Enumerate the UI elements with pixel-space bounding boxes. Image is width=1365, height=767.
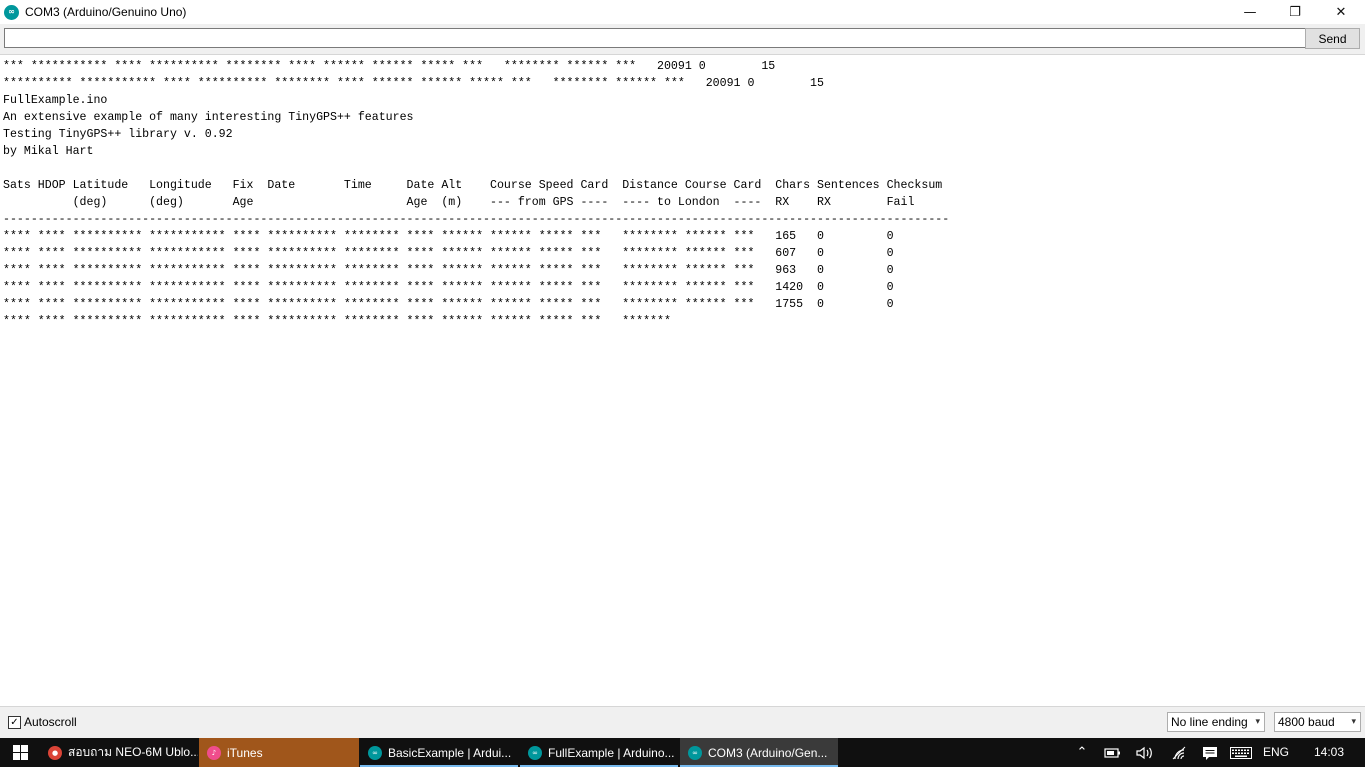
- output-line: *** *********** **** ********** ********…: [3, 60, 776, 73]
- start-button[interactable]: [0, 738, 40, 767]
- serial-options-bar: ✓ Autoscroll No line ending ▾ 4800 baud …: [0, 706, 1365, 739]
- output-line: Testing TinyGPS++ library v. 0.92: [3, 128, 233, 141]
- itunes-icon: ♪: [207, 745, 221, 760]
- autoscroll-label: Autoscroll: [24, 715, 77, 729]
- baud-rate-select[interactable]: 4800 baud ▾: [1274, 712, 1361, 732]
- line-ending-value: No line ending: [1171, 715, 1248, 729]
- output-line: **** **** ********** *********** **** **…: [3, 298, 894, 311]
- volume-icon[interactable]: [1134, 738, 1156, 767]
- output-line: Sats HDOP Latitude Longitude Fix Date Ti…: [3, 179, 943, 192]
- arduino-icon: ∞: [368, 745, 382, 760]
- output-line: by Mikal Hart: [3, 145, 94, 158]
- baud-rate-value: 4800 baud: [1278, 715, 1335, 729]
- output-line: **** **** ********** *********** **** **…: [3, 264, 894, 277]
- taskbar-item-label: BasicExample | Ardui...: [388, 745, 512, 760]
- output-line: **** **** ********** *********** **** **…: [3, 247, 894, 260]
- chevron-down-icon: ▾: [1255, 717, 1260, 727]
- output-line: **** **** ********** *********** **** **…: [3, 281, 894, 294]
- taskbar-item-com3[interactable]: ∞ COM3 (Arduino/Gen...: [680, 738, 838, 767]
- taskbar-item-label: FullExample | Arduino...: [548, 745, 675, 760]
- taskbar-item-itunes[interactable]: ♪ iTunes: [199, 738, 359, 767]
- show-hidden-icons-chevron-icon[interactable]: ⌃: [1072, 738, 1092, 767]
- taskbar-item-label: COM3 (Arduino/Gen...: [708, 745, 828, 760]
- power-icon[interactable]: [1102, 738, 1124, 767]
- minimize-button[interactable]: —: [1227, 0, 1273, 24]
- line-ending-select[interactable]: No line ending ▾: [1167, 712, 1265, 732]
- send-button[interactable]: Send: [1305, 28, 1360, 49]
- window-title: COM3 (Arduino/Genuino Uno): [25, 5, 187, 19]
- taskbar-item-basic-example[interactable]: ∞ BasicExample | Ardui...: [360, 738, 518, 767]
- taskbar-item-label: iTunes: [227, 745, 263, 760]
- keyboard-icon[interactable]: [1228, 738, 1254, 767]
- serial-input[interactable]: [4, 28, 1306, 48]
- taskbar-item-label: สอบถาม NEO-6M Ublo...: [68, 745, 198, 759]
- arduino-icon: ∞: [688, 745, 702, 760]
- close-button[interactable]: ✕: [1318, 0, 1364, 24]
- output-line: ----------------------------------------…: [3, 213, 950, 226]
- restore-button[interactable]: ❐: [1272, 0, 1318, 24]
- arduino-logo-icon: ∞: [4, 4, 19, 20]
- output-line: (deg) (deg) Age Age (m) --- from GPS ---…: [3, 196, 915, 209]
- language-indicator[interactable]: ENG: [1263, 738, 1289, 767]
- wifi-icon[interactable]: [1168, 738, 1190, 767]
- notification-icon[interactable]: [1199, 738, 1221, 767]
- output-line: An extensive example of many interesting…: [3, 111, 414, 124]
- clock[interactable]: 14:03: [1314, 738, 1344, 767]
- windows-logo-icon: [12, 745, 28, 760]
- taskbar: ● สอบถาม NEO-6M Ublo... ♪ iTunes ∞ Basic…: [0, 738, 1365, 767]
- serial-output[interactable]: *** *********** **** ********** ********…: [0, 55, 1365, 706]
- output-line: ********** *********** **** ********** *…: [3, 77, 824, 90]
- title-bar: ∞ COM3 (Arduino/Genuino Uno) — ❐ ✕: [0, 0, 1365, 24]
- output-line: FullExample.ino: [3, 94, 108, 107]
- output-line: **** **** ********** *********** **** **…: [3, 315, 671, 328]
- chevron-down-icon: ▾: [1351, 717, 1356, 727]
- output-line: **** **** ********** *********** **** **…: [3, 230, 894, 243]
- serial-input-row: Send: [0, 24, 1365, 55]
- taskbar-item-chrome[interactable]: ● สอบถาม NEO-6M Ublo...: [40, 738, 198, 767]
- chrome-icon: ●: [48, 745, 62, 760]
- autoscroll-checkbox[interactable]: ✓: [8, 716, 21, 729]
- arduino-icon: ∞: [528, 745, 542, 760]
- taskbar-item-full-example[interactable]: ∞ FullExample | Arduino...: [520, 738, 678, 767]
